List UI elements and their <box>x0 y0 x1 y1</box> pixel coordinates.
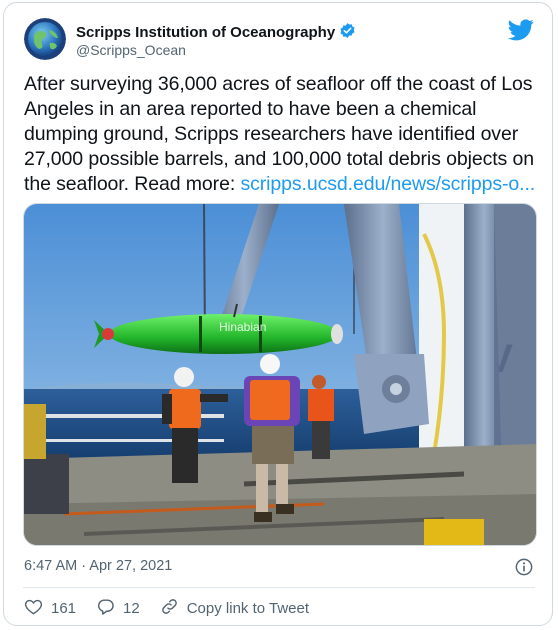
heart-icon <box>24 597 43 620</box>
reply-button[interactable]: 12 <box>96 597 140 620</box>
reply-icon <box>96 597 115 620</box>
reply-count: 12 <box>123 600 140 617</box>
account-handle[interactable]: @Scripps_Ocean <box>76 42 186 58</box>
action-bar: 161 12 Copy link to Tweet <box>24 597 329 620</box>
account-name[interactable]: Scripps Institution of Oceanography <box>76 24 335 41</box>
copy-link-label: Copy link to Tweet <box>186 600 310 617</box>
verified-badge-icon <box>339 22 356 43</box>
avatar[interactable] <box>24 18 66 60</box>
copy-link-button[interactable]: Copy link to Tweet <box>160 597 309 620</box>
like-button[interactable]: 161 <box>24 597 76 620</box>
divider <box>23 587 535 588</box>
tweet-timestamp[interactable]: 6:47 AM · Apr 27, 2021 <box>24 558 172 574</box>
tweet-card: Scripps Institution of Oceanography @Scr… <box>3 2 553 626</box>
tweet-link[interactable]: scripps.ucsd.edu/news/scripps-o... <box>240 173 535 195</box>
link-icon <box>160 597 179 620</box>
tweet-text: After surveying 36,000 acres of seafloor… <box>24 72 539 197</box>
account-name-row[interactable]: Scripps Institution of Oceanography <box>76 22 356 43</box>
twitter-bird-icon[interactable] <box>508 19 534 41</box>
like-count: 161 <box>51 600 77 617</box>
tweet-photo[interactable]: I V <box>23 203 537 546</box>
photo-watermark: Hinabian <box>219 320 266 334</box>
info-icon[interactable] <box>515 558 533 576</box>
